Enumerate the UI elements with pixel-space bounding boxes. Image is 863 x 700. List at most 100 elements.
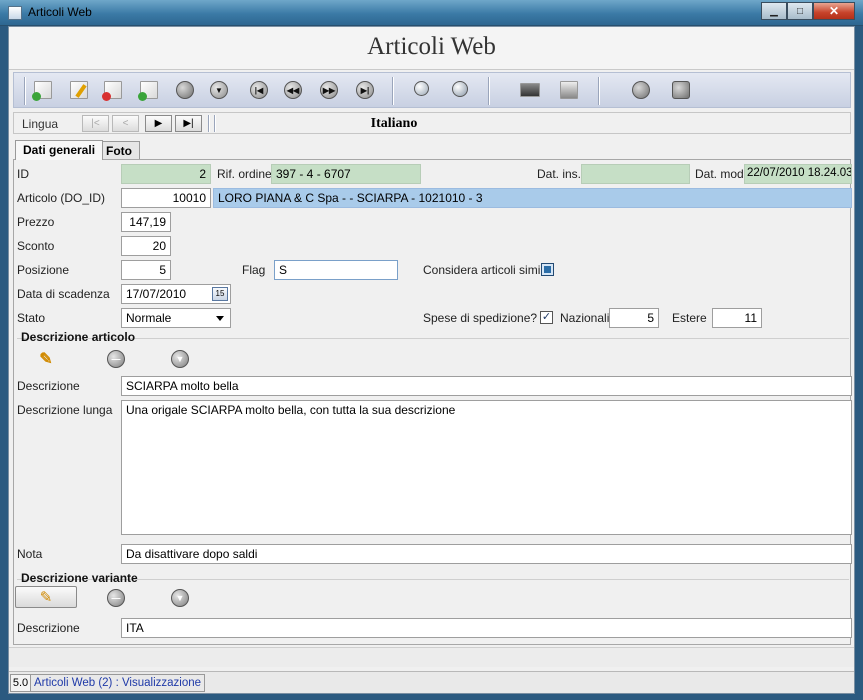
language-separator	[214, 115, 216, 132]
print-preview-icon[interactable]	[560, 81, 578, 99]
scadenza-label: Data di scadenza	[17, 287, 110, 301]
estere-label: Estere	[672, 311, 707, 325]
nota-label: Nota	[17, 547, 43, 561]
descrizione-lunga-label: Descrizione lunga	[17, 403, 113, 417]
save-down-icon[interactable]: ▼	[171, 589, 189, 607]
sconto-label: Sconto	[17, 239, 55, 253]
language-value: Italiano	[370, 116, 418, 131]
stato-select[interactable]: Normale	[121, 308, 231, 328]
window-frame: Articoli Web ▼ |◀ ◀◀ ▶▶ ▶| Lingua |< < ▶…	[8, 26, 855, 694]
exit-icon[interactable]	[672, 81, 690, 99]
language-label: Lingua	[22, 117, 59, 131]
cancel-icon[interactable]: —	[107, 589, 125, 607]
dat-ins-field[interactable]	[581, 164, 690, 184]
language-next-button[interactable]: ▶	[145, 115, 172, 132]
toolbar-separator	[598, 77, 600, 105]
nota-field[interactable]: Da disattivare dopo saldi	[121, 544, 852, 564]
group-divider	[17, 579, 849, 580]
status-text: Articoli Web (2) : Visualizzazione	[31, 674, 206, 692]
variante-descrizione-field[interactable]: ITA	[121, 618, 852, 638]
rif-ordine-field[interactable]: 397 - 4 - 6707	[271, 164, 421, 184]
close-button[interactable]: ✕	[813, 2, 855, 20]
refresh-icon[interactable]	[632, 81, 650, 99]
descrizione-articolo-title: Descrizione articolo	[21, 330, 136, 344]
descrizione-lunga-field[interactable]: Una origale SCIARPA molto bella, con tut…	[121, 400, 852, 535]
language-bar: Lingua |< < ▶ ▶| Italiano	[13, 112, 851, 134]
version-indicator: 5.0	[10, 674, 31, 692]
dat-ins-label: Dat. ins.	[537, 167, 582, 181]
spese-checkbox[interactable]: ✓	[540, 311, 553, 324]
id-field[interactable]: 2	[121, 164, 211, 184]
window-titlebar: Articoli Web ▁ □ ✕	[0, 0, 863, 26]
add-copy-icon[interactable]	[138, 81, 158, 101]
stato-value: Normale	[126, 311, 172, 325]
statusbar: 5.0 Articoli Web (2) : Visualizzazione	[9, 671, 854, 693]
articolo-description-field[interactable]: LORO PIANA & C Spa - - SCIARPA - 1021010…	[213, 188, 852, 208]
posizione-label: Posizione	[17, 263, 70, 277]
descrizione-label: Descrizione	[17, 379, 80, 393]
considera-checkbox[interactable]	[541, 263, 554, 276]
descrizione-field[interactable]: SCIARPA molto bella	[121, 376, 852, 396]
dat-mod-field[interactable]: 22/07/2010 18.24.03	[744, 164, 852, 184]
delete-doc-icon[interactable]	[102, 81, 122, 101]
rif-ordine-label: Rif. ordine	[217, 167, 272, 181]
first-record-icon[interactable]: |◀	[250, 81, 268, 99]
articolo-label: Articolo (DO_ID)	[17, 191, 106, 205]
tab-dati-generali[interactable]: Dati generali	[15, 140, 104, 160]
language-separator	[208, 115, 210, 132]
last-record-icon[interactable]: ▶|	[356, 81, 374, 99]
page-title: Articoli Web	[367, 33, 496, 60]
scadenza-value: 17/07/2010	[126, 287, 187, 301]
posizione-field[interactable]: 5	[121, 260, 171, 280]
nazionali-field[interactable]: 5	[609, 308, 659, 328]
minimize-button[interactable]: ▁	[761, 2, 787, 20]
considera-label: Considera articoli simili	[423, 263, 546, 277]
stato-label: Stato	[17, 311, 46, 325]
estere-field[interactable]: 11	[712, 308, 762, 328]
horizontal-scrollbar[interactable]	[9, 647, 854, 667]
cancel-icon[interactable]	[176, 81, 194, 99]
nazionali-label: Nazionali	[560, 311, 610, 325]
scadenza-field[interactable]: 17/07/2010 15	[121, 284, 231, 304]
previous-record-icon[interactable]: ◀◀	[284, 81, 302, 99]
descrizione-variante-title: Descrizione variante	[21, 571, 138, 585]
toolbar-separator	[24, 77, 26, 105]
print-icon[interactable]	[520, 83, 540, 97]
variante-descrizione-label: Descrizione	[17, 621, 80, 635]
main-toolbar: ▼ |◀ ◀◀ ▶▶ ▶|	[13, 72, 851, 108]
zoom-search-icon[interactable]	[452, 81, 468, 97]
app-icon	[8, 6, 22, 20]
flag-label: Flag	[242, 263, 266, 277]
tab-foto[interactable]: Foto	[98, 141, 140, 160]
save-down-icon[interactable]: ▼	[210, 81, 228, 99]
next-record-icon[interactable]: ▶▶	[320, 81, 338, 99]
group-divider	[17, 338, 849, 339]
window-title: Articoli Web	[28, 5, 92, 19]
calendar-icon[interactable]: 15	[212, 287, 228, 301]
prezzo-field[interactable]: 147,19	[121, 212, 171, 232]
window-controls: ▁ □ ✕	[761, 2, 855, 20]
prezzo-label: Prezzo	[17, 215, 55, 229]
id-label: ID	[17, 167, 29, 181]
tab-panel-dati-generali: ID 2 Rif. ordine 397 - 4 - 6707 Dat. ins…	[13, 159, 852, 645]
flag-field[interactable]: S	[274, 260, 398, 280]
language-last-button[interactable]: ▶|	[175, 115, 202, 132]
chevron-down-icon	[216, 316, 224, 321]
save-down-icon[interactable]: ▼	[171, 350, 189, 368]
language-first-button[interactable]: |<	[82, 115, 109, 132]
spese-label: Spese di spedizione?	[423, 311, 538, 325]
edit-variant-button[interactable]: ✎	[15, 586, 77, 608]
maximize-button[interactable]: □	[787, 2, 813, 20]
edit-pencil-icon[interactable]	[70, 81, 88, 99]
cancel-icon[interactable]: —	[107, 350, 125, 368]
articolo-id-field[interactable]: 10010	[121, 188, 211, 208]
edit-pencil-icon[interactable]: ✎	[37, 350, 55, 368]
search-icon[interactable]	[414, 81, 429, 96]
toolbar-separator	[392, 77, 394, 105]
language-prev-button[interactable]: <	[112, 115, 139, 132]
sconto-field[interactable]: 20	[121, 236, 171, 256]
new-doc-icon[interactable]	[32, 81, 52, 101]
dat-mod-label: Dat. mod.	[695, 167, 748, 181]
toolbar-separator	[488, 77, 490, 105]
page-header: Articoli Web	[9, 27, 854, 70]
